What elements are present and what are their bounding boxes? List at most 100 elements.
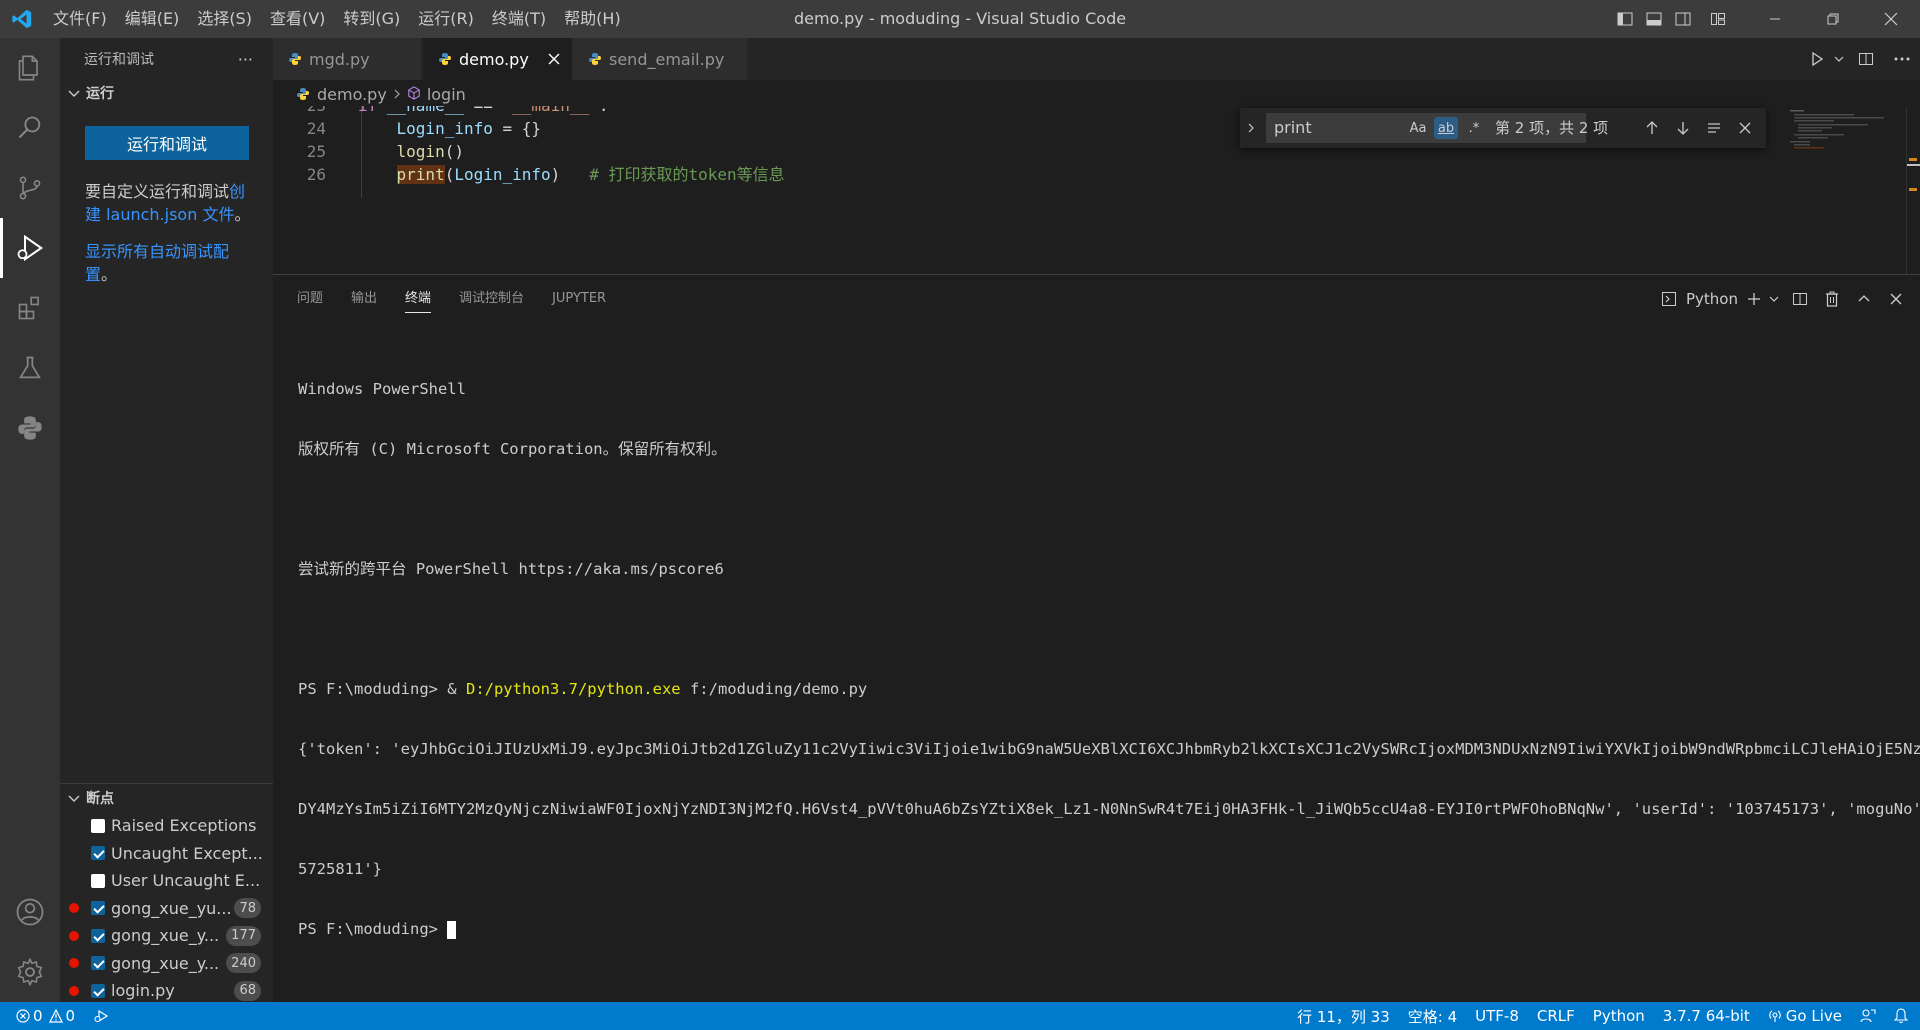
panel-tab[interactable]: 问题 [297,275,323,323]
close-window-icon[interactable] [1862,0,1920,38]
editor-scrollbar[interactable] [1906,108,1920,274]
match-case-toggle[interactable]: Aa [1406,117,1430,139]
breakpoint-item[interactable]: gong_xue_y... 177 [60,922,273,950]
panel-tab[interactable]: 终端 [405,275,432,323]
breakpoint-item[interactable]: Raised Exceptions [60,812,273,840]
toggle-panel-icon[interactable] [1639,0,1668,38]
chevron-down-icon[interactable] [1830,40,1848,78]
panel-tab[interactable]: 调试控制台 [459,275,524,323]
tab-mgd-py[interactable]: mgd.py [273,38,421,80]
menu-item[interactable]: 运行(R) [409,0,483,38]
indentation[interactable]: 空格: 4 [1408,1006,1457,1027]
maximize-panel-chevron-up-icon[interactable] [1848,275,1880,323]
close-panel-icon[interactable] [1880,275,1912,323]
explorer-icon[interactable] [0,38,60,98]
run-and-debug-button[interactable]: 运行和调试 [85,126,249,160]
breakpoints-title: 断点 [86,791,114,807]
encoding[interactable]: UTF-8 [1475,1007,1519,1025]
menu-item[interactable]: 选择(S) [188,0,261,38]
go-live-button[interactable]: Go Live [1768,1007,1842,1025]
breakpoint-label: gong_xue_y... [111,926,220,946]
notifications-bell-icon[interactable] [1894,1008,1908,1024]
breadcrumb-symbol[interactable]: login [427,85,466,104]
cursor-position[interactable]: 行 11，列 33 [1297,1006,1390,1027]
split-terminal-icon[interactable] [1784,275,1816,323]
terminal-line: {'token': 'eyJhbGciOiJIUzUxMiJ9.eyJpc3Mi… [298,740,1920,758]
more-actions-icon[interactable] [1884,40,1920,78]
breakpoint-checkbox[interactable] [91,983,105,998]
tab-send-email-py[interactable]: send_email.py [573,38,747,80]
python-interpreter[interactable]: 3.7.7 64-bit [1663,1007,1750,1025]
breakpoints-header[interactable]: 断点 [60,784,273,812]
run-and-debug-icon[interactable] [0,218,60,278]
warning-count: 0 [65,1007,76,1025]
close-tab-icon[interactable] [547,51,561,70]
chevron-down-icon[interactable] [1764,275,1784,323]
toggle-secondary-sidebar-icon[interactable] [1668,0,1697,38]
menu-item[interactable]: 帮助(H) [555,0,630,38]
new-terminal-icon[interactable] [1744,275,1764,323]
previous-match-icon[interactable] [1640,116,1664,140]
tab-demo-py[interactable]: demo.py [423,38,571,80]
feedback-icon[interactable] [1860,1008,1876,1024]
manage-gear-icon[interactable] [0,942,60,1002]
menu-item[interactable]: 编辑(E) [116,0,189,38]
find-in-selection-icon[interactable] [1702,116,1726,140]
end-of-line[interactable]: CRLF [1537,1007,1575,1025]
next-match-icon[interactable] [1671,116,1695,140]
panel-tab[interactable]: 输出 [351,275,377,323]
testing-icon[interactable] [0,338,60,398]
breakpoint-checkbox[interactable] [91,818,105,833]
find-widget: print Aa ab .* 第 2 项，共 2 项 [1240,108,1766,148]
toggle-replace-icon[interactable] [1240,108,1262,148]
python-icon[interactable] [0,398,60,458]
terminal-line: Windows PowerShell [298,380,466,398]
breakpoint-checkbox[interactable] [91,846,105,861]
sidebar-more-button[interactable]: ··· [238,50,253,69]
breakpoint-checkbox[interactable] [91,956,105,971]
terminal-output[interactable]: Windows PowerShell 版权所有 (C) Microsoft Co… [298,339,1920,979]
menu-item[interactable]: 查看(V) [261,0,334,38]
kill-terminal-trash-icon[interactable] [1816,275,1848,323]
accounts-icon[interactable] [0,882,60,942]
split-editor-icon[interactable] [1848,40,1884,78]
breakpoint-checkbox[interactable] [91,928,105,943]
minimap[interactable] [1788,108,1906,164]
chevron-down-icon [68,795,80,802]
menu-item[interactable]: 转到(G) [334,0,409,38]
breakpoint-dot-icon [69,903,79,914]
menu-item[interactable]: 文件(F) [44,0,116,38]
restore-icon[interactable] [1804,0,1862,38]
close-find-icon[interactable] [1733,116,1757,140]
search-icon[interactable] [0,98,60,158]
chevron-right-icon [393,85,401,104]
python-file-icon [439,50,451,69]
whole-word-toggle[interactable]: ab [1434,117,1458,139]
breakpoint-item[interactable]: gong_xue_y... 240 [60,950,273,978]
source-control-icon[interactable] [0,158,60,218]
run-file-icon[interactable] [1804,40,1830,78]
minimize-icon[interactable] [1746,0,1804,38]
language-mode[interactable]: Python [1593,1007,1645,1025]
menu-item[interactable]: 终端(T) [483,0,555,38]
problems-status[interactable]: 0 0 [16,1007,75,1025]
extensions-icon[interactable] [0,278,60,338]
breakpoint-checkbox[interactable] [91,873,105,888]
run-debug-sidebar: 运行和调试 ··· 运行 运行和调试 要自定义运行和调试创建 launch.js… [60,38,273,1002]
warning-icon [48,1009,63,1023]
run-section-header[interactable]: 运行 [60,80,273,106]
run-section-label: 运行 [86,86,114,102]
terminal-prompt: PS F:\moduding> [298,920,448,938]
debug-launch-icon[interactable] [93,1008,109,1024]
customize-layout-icon[interactable] [1703,0,1732,38]
panel-tab[interactable]: JUPYTER [552,275,606,323]
regex-toggle[interactable]: .* [1462,117,1486,139]
breakpoint-item[interactable]: Uncaught Except... [60,840,273,868]
breakpoint-item[interactable]: User Uncaught E... [60,867,273,895]
breadcrumb-file[interactable]: demo.py [317,85,387,104]
toggle-primary-sidebar-icon[interactable] [1610,0,1639,38]
breakpoint-item[interactable]: gong_xue_yu... 78 [60,895,273,923]
breakpoint-checkbox[interactable] [91,901,105,916]
terminal-name[interactable]: Python [1686,290,1738,308]
breakpoint-item[interactable]: login.py 68 [60,977,273,1005]
